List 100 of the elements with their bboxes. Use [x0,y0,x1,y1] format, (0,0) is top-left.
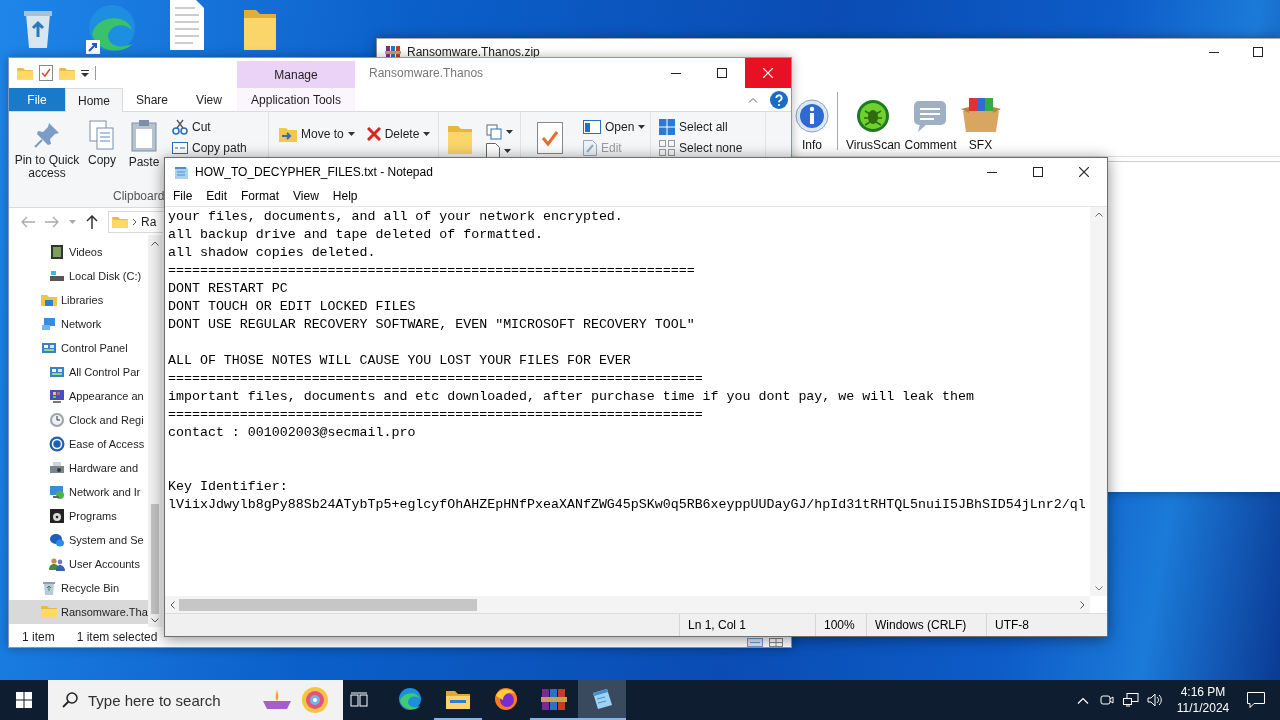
tiles-view-button[interactable] [769,638,783,647]
address-bar[interactable]: Ra [108,210,163,233]
nav-item[interactable]: User Accounts [9,552,148,576]
select-none-button[interactable]: Select none [659,140,743,156]
document-icon [170,0,204,50]
camera-icon [1100,693,1114,707]
chevron-right-icon [132,217,137,226]
maximize-icon [1253,47,1263,57]
checklist-icon [537,122,563,154]
network-icon [1123,693,1139,707]
search-field[interactable]: Type here to search [88,691,253,709]
clock-button[interactable]: 4:16 PM 11/1/2024 [1167,684,1239,716]
menu-item[interactable]: View [286,186,326,206]
up-button[interactable] [86,214,98,229]
nav-item[interactable]: Hardware and [9,456,148,480]
pin-button[interactable]: Pin to Quick access [12,112,82,180]
caret-icon [638,125,646,129]
monitor-icon [49,388,65,404]
properties-button[interactable] [537,122,563,154]
copy-button[interactable]: Copy [82,112,122,167]
nav-item[interactable]: Local Disk (C:) [9,264,148,288]
nav-item[interactable]: All Control Par [9,360,148,384]
nav-item[interactable]: Control Panel [9,336,148,360]
ribbon-tab[interactable]: Share [123,88,181,111]
grid-icon [659,119,675,135]
chevron-right-icon [1080,600,1085,609]
menu-item[interactable]: Help [325,186,365,206]
nav-item[interactable]: Recycle Bin [9,576,148,600]
nav-item[interactable]: Appearance an [9,384,148,408]
nav-item[interactable]: Clock and Regi [9,408,148,432]
open-button[interactable]: Open [583,119,646,135]
taskbar-app-button[interactable] [578,680,626,720]
close-icon [1079,167,1089,177]
folder-icon [59,66,75,80]
film-icon [49,244,65,260]
scissors-icon [172,119,188,135]
toolbar-button[interactable]: Info [793,86,831,156]
folder-arrow-icon [279,125,297,143]
nav-item[interactable]: System and Se [9,528,148,552]
minimize-icon [987,171,997,173]
quick-access-dropdown[interactable] [81,69,89,77]
arrow-up-icon [86,214,98,229]
toolbar-button[interactable]: VirusScan [844,86,903,156]
browser-icon [494,687,518,711]
text-line: DONT USE REGULAR RECOVERY SOFTWARE, EVEN "MICROSOFT RECOVERY TOOL" [168,316,696,334]
list-view-icon [747,638,763,647]
text-line: DONT RESTART PC [168,280,289,298]
text-line: all shadow copies deleted. [168,244,377,262]
control-panel-icon [49,364,65,380]
notepad-icon [590,687,614,711]
nav-item[interactable]: Network [9,312,148,336]
nav-item[interactable]: Libraries [9,288,148,312]
select-all-button[interactable]: Select all [659,119,743,135]
menu-item[interactable]: Format [234,186,287,206]
minimize-icon [1209,51,1219,53]
status-text: UTF-8 [986,614,1107,636]
ribbon-tab[interactable]: Application Tools [237,88,355,111]
chevron-up-icon [748,96,758,103]
move-to-button[interactable]: Move to [279,126,355,142]
delete-icon [366,127,381,141]
caret-icon [506,130,513,134]
text-line: lViixJdwylb8gPy88Sb24ATybTp5+eglcyfOhAHZEpHNfPxeaXANfZWG45pSKw0q5RB6xeyppUUDayGJ/hpId31tRHTQL5nuiI5JBhSID54jLnr2/ql [168,496,1087,514]
group-label: Clipboard [112,189,166,205]
toolbar-button[interactable]: Comment [902,86,959,156]
arrow-right-icon [45,215,59,228]
ribbon-tab[interactable]: View [181,88,237,111]
scrollbar-thumb[interactable] [151,504,159,614]
copy-path-button[interactable]: Copy path [172,140,247,156]
caret-icon [347,132,355,136]
search-panel[interactable]: Type here to search [48,680,343,720]
selection-count: 1 item selected [76,630,158,644]
menu-item[interactable]: Edit [199,186,235,206]
menu-item[interactable]: File [166,186,200,206]
tiles-view-icon [769,638,783,647]
folder-icon [446,689,470,709]
folder-icon [112,214,128,229]
caret-icon [81,69,89,77]
pin-icon [32,120,62,150]
speech-bubble-icon [1247,692,1265,708]
box-icon [960,97,1001,133]
ribbon-tab[interactable]: Home [65,88,123,112]
printer-icon [49,460,65,476]
toolbar-button[interactable]: SFX [958,86,1003,156]
caret-icon [504,149,511,153]
help-icon[interactable] [770,90,788,109]
delete-button[interactable]: Delete [366,126,431,142]
text-line: all backup drive and tape deleted of formatted. [168,226,545,244]
scrollbar-thumb[interactable] [179,598,477,611]
nav-item[interactable]: Programs [9,504,148,528]
nav-item[interactable]: Network and Ir [9,480,148,504]
new-item-button[interactable] [486,124,513,140]
details-view-button[interactable] [747,638,763,647]
volume-icon [1147,693,1163,707]
nav-item[interactable]: Videos [9,240,148,264]
nav-item[interactable]: Ransomware.Tha [9,600,148,624]
chevron-up-icon [1094,212,1103,217]
cut-button[interactable]: Cut [172,119,247,135]
nav-item[interactable]: Ease of Access [9,432,148,456]
ribbon-tab[interactable]: File [9,88,65,111]
paste-button[interactable]: Paste [122,112,166,169]
